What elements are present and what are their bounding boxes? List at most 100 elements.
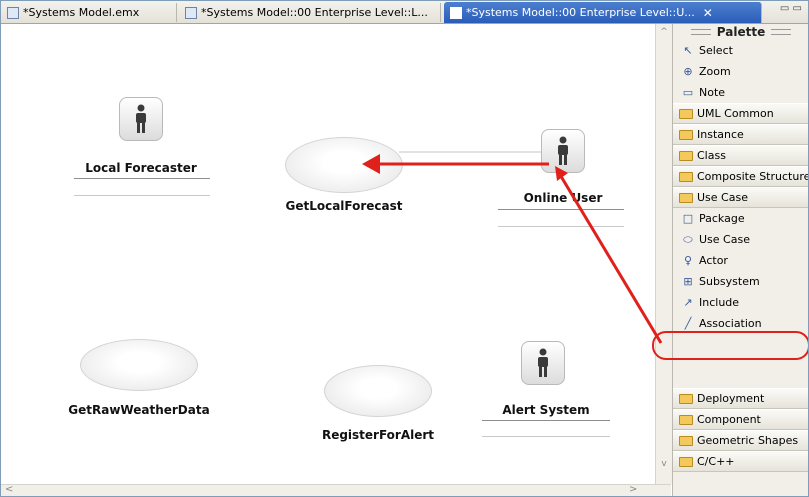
folder-icon — [679, 393, 693, 404]
palette-drawer-component[interactable]: Component — [673, 409, 808, 430]
divider — [498, 226, 624, 227]
actor-alert-system[interactable] — [521, 341, 565, 385]
window-controls[interactable]: ▭ ▭ — [780, 3, 802, 14]
drawer-label: Use Case — [697, 191, 748, 204]
scroll-up-icon[interactable]: ^ — [658, 26, 670, 38]
palette-tool-note[interactable]: ▭ Note — [673, 82, 808, 103]
horizontal-scrollbar[interactable]: < > — [1, 484, 671, 496]
folder-icon — [679, 414, 693, 425]
palette-item-label: Select — [699, 44, 733, 57]
drawer-label: UML Common — [697, 107, 774, 120]
palette-tool-use-case[interactable]: ⬭ Use Case — [673, 229, 808, 250]
palette-drawer-deployment[interactable]: Deployment — [673, 388, 808, 409]
diagram-file-icon — [450, 6, 462, 19]
actor-icon — [136, 104, 146, 133]
drawer-label: Deployment — [697, 392, 765, 405]
drawer-label: Composite Structure — [697, 170, 809, 183]
palette-item-label: Subsystem — [699, 275, 760, 288]
drawer-label: Class — [697, 149, 726, 162]
palette-tool-association[interactable]: ╱ Association — [673, 313, 808, 334]
palette-tool-zoom[interactable]: ⊕ Zoom — [673, 61, 808, 82]
scroll-right-icon[interactable]: > — [629, 484, 637, 495]
use-case-get-local-forecast[interactable] — [285, 137, 403, 193]
palette-item-label: Zoom — [699, 65, 731, 78]
model-file-icon — [7, 6, 19, 19]
include-icon: ↗ — [683, 296, 693, 309]
association-icon: ╱ — [684, 317, 692, 330]
modeler-window: *Systems Model.emx *Systems Model::00 En… — [0, 0, 809, 497]
tab-enterprise-level-u[interactable]: *Systems Model::00 Enterprise Level::U..… — [444, 2, 762, 23]
drawer-label: Instance — [697, 128, 744, 141]
folder-icon — [679, 129, 693, 140]
tab-label: *Systems Model.emx — [23, 6, 140, 19]
palette-header[interactable]: Palette — [673, 24, 808, 40]
actor-local-forecaster[interactable] — [119, 97, 163, 141]
actor-icon — [538, 348, 548, 377]
use-case-label: GetLocalForecast — [285, 199, 403, 213]
palette-tool-include[interactable]: ↗ Include — [673, 292, 808, 313]
zoom-icon: ⊕ — [683, 65, 693, 78]
folder-icon — [679, 456, 693, 467]
scroll-left-icon[interactable]: < — [5, 484, 13, 495]
note-icon: ▭ — [682, 86, 694, 99]
actor-label: Alert System — [502, 403, 590, 417]
palette-empty-space — [673, 334, 808, 388]
palette-item-label: Association — [699, 317, 762, 330]
palette-item-label: Use Case — [699, 233, 750, 246]
divider — [74, 178, 210, 179]
actor-label: Local Forecaster — [85, 161, 197, 175]
use-case-register-for-alert[interactable] — [324, 365, 432, 417]
palette-panel: Palette ↖ Select ⊕ Zoom ▭ Note UML Commo… — [672, 24, 809, 496]
close-icon[interactable]: ✕ — [703, 6, 713, 20]
palette-tool-subsystem[interactable]: ⊞ Subsystem — [673, 271, 808, 292]
folder-open-icon — [679, 192, 693, 203]
package-icon: □ — [682, 212, 694, 225]
drawer-label: C/C++ — [697, 455, 735, 468]
palette-item-label: Include — [699, 296, 740, 309]
editor-tab-bar: *Systems Model.emx *Systems Model::00 En… — [1, 1, 808, 24]
tab-enterprise-level-l[interactable]: *Systems Model::00 Enterprise Level::L..… — [179, 3, 441, 22]
folder-icon — [679, 108, 693, 119]
divider — [498, 209, 624, 210]
divider — [482, 436, 610, 437]
folder-icon — [679, 150, 693, 161]
cursor-icon: ↖ — [683, 44, 693, 57]
palette-drawer-class[interactable]: Class — [673, 145, 808, 166]
drawer-label: Component — [697, 413, 761, 426]
palette-item-label: Actor — [699, 254, 728, 267]
actor-icon — [558, 136, 568, 165]
palette-drawer-uml-common[interactable]: UML Common — [673, 103, 808, 124]
folder-icon — [679, 435, 693, 446]
use-case-label: GetRawWeatherData — [68, 403, 210, 417]
actor-label: Online User — [523, 191, 603, 205]
tab-label: *Systems Model::00 Enterprise Level::L..… — [201, 6, 428, 19]
palette-drawer-geometric-shapes[interactable]: Geometric Shapes — [673, 430, 808, 451]
palette-tool-actor[interactable]: ♀ Actor — [673, 250, 808, 271]
diagram-file-icon — [185, 6, 197, 19]
palette-tool-select[interactable]: ↖ Select — [673, 40, 808, 61]
scroll-down-icon[interactable]: v — [658, 458, 670, 470]
palette-drawer-use-case[interactable]: Use Case — [673, 187, 808, 208]
grip-icon — [771, 29, 792, 35]
divider — [482, 420, 610, 421]
subsystem-icon: ⊞ — [683, 275, 693, 288]
use-case-label: RegisterForAlert — [321, 428, 435, 442]
use-case-icon: ⬭ — [683, 232, 693, 246]
palette-tool-package[interactable]: □ Package — [673, 208, 808, 229]
palette-drawer-composite-structure[interactable]: Composite Structure — [673, 166, 809, 187]
actor-icon: ♀ — [683, 254, 693, 267]
drawer-label: Geometric Shapes — [697, 434, 799, 447]
divider — [74, 195, 210, 196]
tab-systems-model-emx[interactable]: *Systems Model.emx — [1, 3, 177, 22]
palette-item-label: Note — [699, 86, 726, 99]
palette-item-label: Package — [699, 212, 745, 225]
folder-icon — [679, 171, 693, 182]
diagram-canvas[interactable]: Local Forecaster Online User Alert Syste — [1, 24, 655, 484]
palette-drawer-cpp[interactable]: C/C++ — [673, 451, 808, 472]
grip-icon — [690, 29, 711, 35]
use-case-get-raw-weather-data[interactable] — [80, 339, 198, 391]
vertical-scrollbar[interactable]: ^ v — [655, 24, 672, 484]
palette-title: Palette — [716, 25, 766, 39]
actor-online-user[interactable] — [541, 129, 585, 173]
palette-drawer-instance[interactable]: Instance — [673, 124, 808, 145]
